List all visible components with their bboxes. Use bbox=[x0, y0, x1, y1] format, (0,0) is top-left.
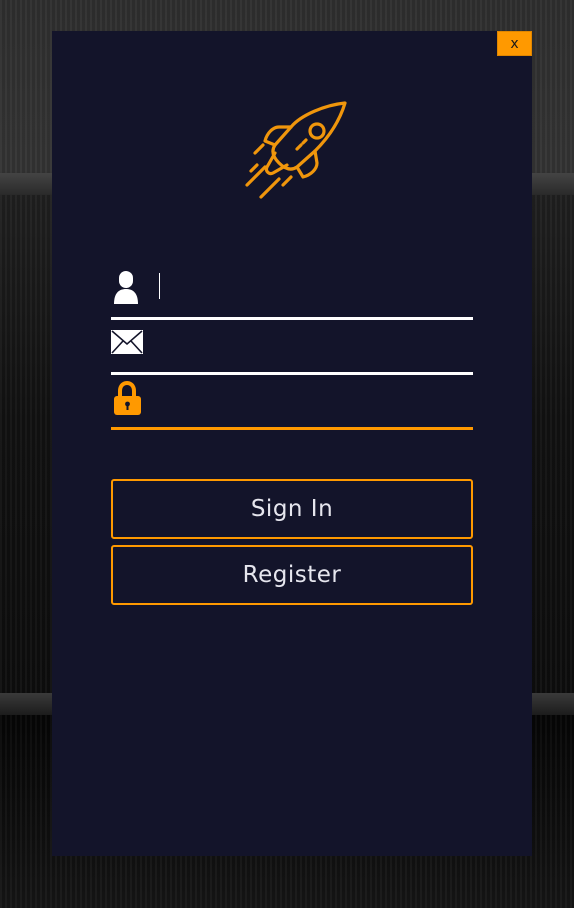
username-field bbox=[111, 271, 473, 320]
sign-in-button[interactable]: Sign In bbox=[111, 479, 473, 539]
email-input[interactable] bbox=[157, 328, 467, 364]
envelope-icon bbox=[111, 326, 145, 366]
username-input[interactable] bbox=[157, 273, 467, 309]
password-input[interactable] bbox=[157, 383, 467, 419]
register-button[interactable]: Register bbox=[111, 545, 473, 605]
email-field bbox=[111, 326, 473, 375]
lock-icon bbox=[111, 380, 145, 421]
user-icon bbox=[111, 271, 145, 311]
text-caret bbox=[159, 273, 160, 299]
rocket-icon bbox=[245, 101, 347, 203]
login-modal: x Sign In Register bbox=[52, 31, 532, 856]
close-button[interactable]: x bbox=[497, 31, 532, 56]
password-field bbox=[111, 380, 473, 430]
